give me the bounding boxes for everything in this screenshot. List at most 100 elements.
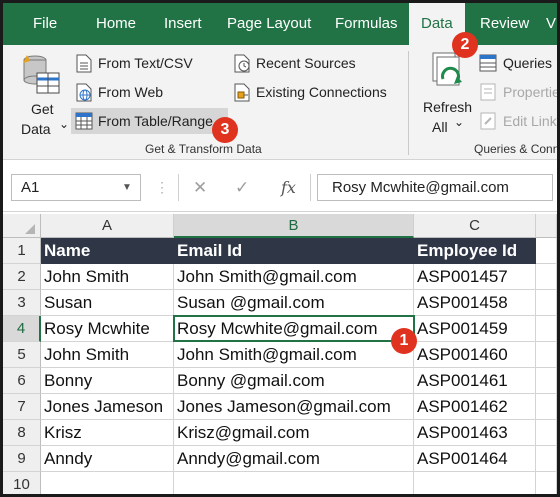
cell[interactable]: Krisz@gmail.com bbox=[174, 420, 414, 446]
tab-page-layout[interactable]: Page Layout bbox=[227, 3, 311, 45]
cell[interactable]: Susan @gmail.com bbox=[174, 290, 414, 316]
tab-home[interactable]: Home bbox=[96, 3, 136, 45]
row-header-8[interactable]: 8 bbox=[3, 420, 41, 446]
row-header-4[interactable]: 4 bbox=[3, 316, 41, 342]
row-header-2[interactable]: 2 bbox=[3, 264, 41, 290]
from-web-button[interactable]: From Web bbox=[75, 82, 185, 104]
active-cell-border bbox=[173, 315, 415, 342]
cell[interactable] bbox=[414, 472, 536, 494]
callout-badge-3: 3 bbox=[212, 117, 238, 143]
cell[interactable] bbox=[536, 264, 557, 290]
get-data-label-line1: Get bbox=[31, 101, 54, 117]
cell[interactable]: Bonny @gmail.com bbox=[174, 368, 414, 394]
web-page-icon bbox=[76, 83, 92, 102]
cell[interactable]: ASP001460 bbox=[414, 342, 536, 368]
row-header-10[interactable]: 10 bbox=[3, 472, 41, 494]
cell[interactable] bbox=[536, 368, 557, 394]
group-label-queries: Queries & Connections bbox=[474, 142, 560, 156]
existing-connections-icon bbox=[234, 83, 250, 102]
cell[interactable]: ASP001458 bbox=[414, 290, 536, 316]
cell[interactable]: Rosy Mcwhite bbox=[41, 316, 174, 342]
tab-file[interactable]: File bbox=[33, 3, 57, 45]
select-all-corner[interactable] bbox=[3, 214, 41, 238]
tab-insert[interactable]: Insert bbox=[164, 3, 202, 45]
row-header-7[interactable]: 7 bbox=[3, 394, 41, 420]
cell[interactable]: Krisz bbox=[41, 420, 174, 446]
tab-view[interactable]: V bbox=[546, 3, 556, 45]
refresh-all-button[interactable]: Refresh All ⌄ bbox=[417, 49, 477, 135]
insert-function-icon[interactable]: fx bbox=[281, 174, 296, 201]
refresh-label-line1: Refresh bbox=[423, 99, 473, 115]
cell[interactable] bbox=[174, 472, 414, 494]
formula-input[interactable]: Rosy Mcwhite@gmail.com bbox=[317, 174, 553, 201]
cell[interactable]: Employee Id bbox=[414, 238, 536, 264]
cell[interactable] bbox=[536, 420, 557, 446]
cell[interactable]: ASP001457 bbox=[414, 264, 536, 290]
cell[interactable]: Bonny bbox=[41, 368, 174, 394]
existing-connections-label: Existing Connections bbox=[256, 84, 387, 100]
cancel-entry-icon[interactable]: ✕ bbox=[193, 174, 207, 201]
column-header-c[interactable]: C bbox=[414, 214, 536, 238]
cell[interactable]: ASP001464 bbox=[414, 446, 536, 472]
cell[interactable] bbox=[536, 238, 557, 264]
cell[interactable] bbox=[536, 446, 557, 472]
cell[interactable]: ASP001463 bbox=[414, 420, 536, 446]
group-label-get-transform: Get & Transform Data bbox=[145, 142, 262, 156]
properties-icon bbox=[480, 83, 496, 101]
cell[interactable]: John Smith bbox=[41, 264, 174, 290]
cell[interactable] bbox=[536, 342, 557, 368]
formula-bar: A1 ▼ ⋮ ✕ ✓ fx Rosy Mcwhite@gmail.com bbox=[3, 160, 557, 212]
properties-button[interactable]: Properties bbox=[479, 82, 557, 104]
queries-connections-button[interactable]: Queries bbox=[479, 53, 557, 75]
column-header-a[interactable]: A bbox=[41, 214, 174, 238]
callout-badge-1: 1 bbox=[391, 328, 417, 354]
cell[interactable]: Name bbox=[41, 238, 174, 264]
cell[interactable]: Anndy bbox=[41, 446, 174, 472]
cell[interactable]: ASP001461 bbox=[414, 368, 536, 394]
table-icon bbox=[75, 112, 93, 130]
row-header-5[interactable]: 5 bbox=[3, 342, 41, 368]
get-data-button[interactable]: Get Data ⌄ bbox=[13, 51, 69, 137]
cell[interactable]: ASP001459 bbox=[414, 316, 536, 342]
queries-label: Queries bbox=[503, 55, 553, 71]
cell[interactable] bbox=[536, 472, 557, 494]
cell[interactable] bbox=[41, 472, 174, 494]
cell[interactable] bbox=[536, 290, 557, 316]
cell[interactable]: Jones Jameson bbox=[41, 394, 174, 420]
from-web-label: From Web bbox=[98, 84, 164, 100]
cell[interactable]: John Smith@gmail.com bbox=[174, 264, 414, 290]
cell[interactable] bbox=[536, 394, 557, 420]
row-header-9[interactable]: 9 bbox=[3, 446, 41, 472]
text-file-icon bbox=[76, 54, 92, 73]
cell[interactable]: John Smith@gmail.com bbox=[174, 342, 414, 368]
excel-window: File Home Insert Page Layout Formulas Da… bbox=[0, 0, 560, 497]
from-text-csv-button[interactable]: From Text/CSV bbox=[75, 53, 205, 75]
cell[interactable]: Anndy@gmail.com bbox=[174, 446, 414, 472]
cell[interactable]: John Smith bbox=[41, 342, 174, 368]
get-data-dropdown-icon[interactable]: ⌄ bbox=[59, 117, 69, 131]
cell[interactable]: Email Id bbox=[174, 238, 414, 264]
cell[interactable] bbox=[536, 316, 557, 342]
cell[interactable]: Susan bbox=[41, 290, 174, 316]
recent-sources-button[interactable]: Recent Sources bbox=[233, 53, 363, 75]
worksheet-grid: A B C 1 Name Email Id Employee Id 2 John Smit… bbox=[3, 212, 557, 494]
column-header-b[interactable]: B bbox=[174, 214, 414, 238]
tab-review[interactable]: Review bbox=[480, 3, 529, 45]
from-text-csv-label: From Text/CSV bbox=[98, 55, 193, 71]
row-header-6[interactable]: 6 bbox=[3, 368, 41, 394]
from-table-range-button[interactable]: From Table/Range bbox=[75, 111, 225, 133]
edit-links-icon bbox=[480, 112, 496, 130]
tab-formulas[interactable]: Formulas bbox=[335, 3, 398, 45]
edit-links-button[interactable]: Edit Links bbox=[479, 111, 557, 133]
refresh-dropdown-icon[interactable]: ⌄ bbox=[454, 115, 464, 129]
name-box-dropdown-icon[interactable]: ▼ bbox=[122, 174, 132, 201]
row-header-1[interactable]: 1 bbox=[3, 238, 41, 264]
existing-connections-button[interactable]: Existing Connections bbox=[233, 82, 398, 104]
cell[interactable]: ASP001462 bbox=[414, 394, 536, 420]
cell[interactable]: Jones Jameson@gmail.com bbox=[174, 394, 414, 420]
row-header-3[interactable]: 3 bbox=[3, 290, 41, 316]
confirm-entry-icon[interactable]: ✓ bbox=[235, 174, 249, 201]
formula-divider bbox=[310, 174, 311, 201]
refresh-label-line2: All bbox=[432, 119, 448, 135]
column-header-d[interactable] bbox=[536, 214, 557, 238]
